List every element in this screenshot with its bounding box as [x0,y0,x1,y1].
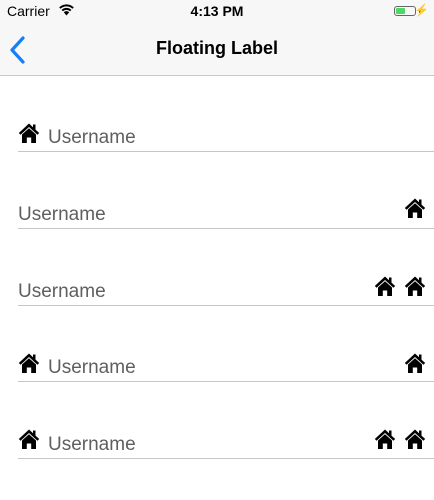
home-icon [404,352,426,374]
home-icon [18,352,40,374]
field-label: Username [48,127,136,148]
page-title: Floating Label [155,38,278,58]
home-icon [18,428,40,450]
username-field-1[interactable]: Username [18,112,434,152]
field-label: Username [18,281,106,302]
home-icon [404,428,426,450]
username-field-3[interactable]: Username [18,266,434,306]
home-icon [374,428,396,450]
field-label: Username [18,204,106,225]
field-label: Username [48,434,136,455]
field-label: Username [48,357,136,378]
home-icon [404,197,426,219]
battery-icon [394,6,416,16]
home-icon [404,275,426,297]
status-time: 4:13 PM [190,3,244,19]
home-icon [18,122,40,144]
username-field-4[interactable]: Username [18,342,434,382]
battery-level [396,8,405,14]
charging-bolt-icon: ⚡ [414,3,429,17]
status-bar: Carrier 4:13 PM ⚡ [0,0,434,22]
username-field-5[interactable]: Username [18,419,434,459]
username-field-2[interactable]: Username [18,189,434,229]
navigation-bar: Floating Label [0,22,434,76]
home-icon [374,275,396,297]
